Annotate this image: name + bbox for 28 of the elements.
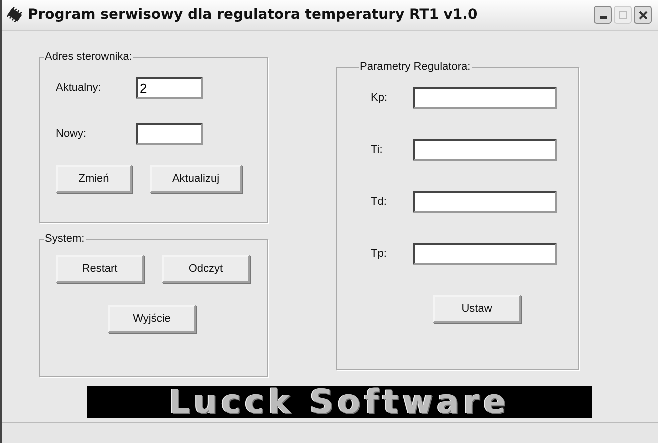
input-field[interactable] (413, 191, 557, 213)
input-field[interactable] (413, 243, 557, 265)
window-title: Program serwisowy dla regulatora temperatury RT1 v1.0 (28, 7, 479, 23)
logo-banner: Lucck Software (87, 386, 592, 418)
minimize-button[interactable] (594, 6, 612, 24)
input-field[interactable] (413, 139, 557, 161)
field-label: Aktualny: (56, 82, 102, 94)
set-button[interactable]: Ustaw (433, 295, 521, 323)
push-button[interactable]: Zmień (56, 165, 132, 193)
field-label: Nowy: (56, 128, 88, 140)
input-field[interactable] (413, 87, 557, 109)
group-title: System: (44, 233, 86, 245)
input-field[interactable] (136, 123, 203, 145)
minimize-icon (600, 16, 606, 19)
close-icon (638, 10, 648, 20)
maximize-icon (618, 10, 628, 20)
group-title: Parametry Regulatora: (359, 61, 472, 73)
field-label: Tp: (371, 248, 388, 260)
group-title: Adres sterownika: (44, 51, 134, 63)
push-button[interactable]: Odczyt (162, 255, 250, 283)
field-label: Ti: (371, 144, 384, 156)
field-label: Td: (371, 196, 388, 208)
input-field[interactable]: 2 (136, 77, 203, 99)
exit-button[interactable]: Wyjście (108, 305, 196, 333)
field-label: Kp: (371, 92, 389, 104)
close-button[interactable] (634, 6, 652, 24)
push-button[interactable]: Restart (56, 255, 144, 283)
push-button[interactable]: Aktualizuj (150, 165, 242, 193)
